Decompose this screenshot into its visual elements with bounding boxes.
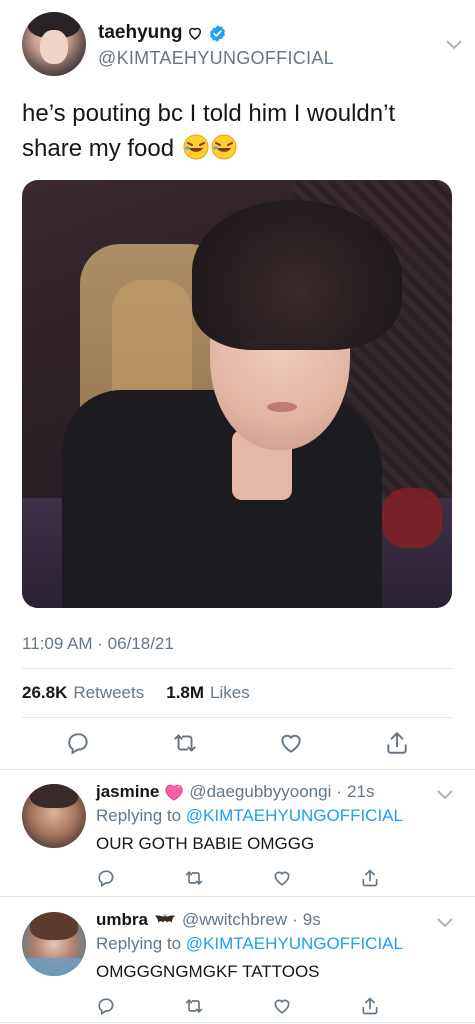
replying-to-link[interactable]: @KIMTAEHYUNGOFFICIAL xyxy=(186,806,403,825)
tweet-timestamp[interactable]: 11:09 AM · 06/18/21 xyxy=(22,634,174,654)
replying-to-link[interactable]: @KIMTAEHYUNGOFFICIAL xyxy=(186,934,403,953)
chevron-down-icon[interactable] xyxy=(437,790,453,800)
likes-count[interactable]: 1.8M xyxy=(166,683,204,703)
bat-icon xyxy=(154,913,176,923)
replying-to-prefix: Replying to xyxy=(96,806,182,825)
retweet-icon[interactable] xyxy=(172,730,198,756)
chevron-down-icon[interactable] xyxy=(437,918,453,928)
reply-actions xyxy=(96,868,396,890)
share-icon[interactable] xyxy=(360,996,380,1016)
share-icon[interactable] xyxy=(384,730,410,756)
replying-to: Replying to @KIMTAEHYUNGOFFICIAL xyxy=(96,806,403,826)
replying-to-prefix: Replying to xyxy=(96,934,182,953)
reply-time[interactable]: 9s xyxy=(303,910,321,930)
divider xyxy=(22,717,453,718)
reply-text: OUR GOTH BABIE OMGGG xyxy=(96,834,315,853)
heart-outline-icon xyxy=(189,27,202,40)
reply-display-name[interactable]: umbra xyxy=(96,910,148,930)
reply-header: umbra @wwitchbrew · 9s xyxy=(96,910,321,930)
retweet-icon[interactable] xyxy=(184,996,204,1016)
sparkling-heart-icon xyxy=(165,784,183,801)
reply-icon[interactable] xyxy=(96,996,116,1016)
reply-item[interactable]: umbra @wwitchbrew · 9s Replying to @KIMT… xyxy=(0,898,475,1018)
retweets-count[interactable]: 26.8K xyxy=(22,683,67,703)
like-heart-icon[interactable] xyxy=(272,996,292,1016)
reply-separator: · xyxy=(292,910,298,929)
reply-display-name[interactable]: jasmine xyxy=(96,782,159,802)
tweet-actions xyxy=(22,730,452,760)
like-heart-icon[interactable] xyxy=(278,730,304,756)
reply-icon[interactable] xyxy=(65,730,91,756)
reply-handle[interactable]: @wwitchbrew xyxy=(182,910,287,930)
rolling-laughing-emoji-icon xyxy=(211,134,237,160)
reply-separator: · xyxy=(336,782,343,801)
retweet-icon[interactable] xyxy=(184,868,204,888)
divider xyxy=(0,896,475,897)
divider xyxy=(0,1022,475,1023)
replying-to: Replying to @KIMTAEHYUNGOFFICIAL xyxy=(96,934,403,954)
author-name-row: taehyung xyxy=(98,22,227,44)
reply-actions xyxy=(96,996,396,1018)
tweet-text: he’s pouting bc I told him I wouldn’t sh… xyxy=(22,96,452,166)
share-icon[interactable] xyxy=(360,868,380,888)
divider xyxy=(22,668,453,669)
reply-item[interactable]: jasmine @daegubbyyoongi · 21s Replying t… xyxy=(0,770,475,890)
reply-text: OMGGGNGMGKF TATTOOS xyxy=(96,962,320,981)
reply-avatar[interactable] xyxy=(22,784,86,848)
author-avatar[interactable] xyxy=(22,12,86,76)
reply-time[interactable]: 21s xyxy=(347,782,374,802)
author-display-name[interactable]: taehyung xyxy=(98,22,182,44)
reply-handle[interactable]: @daegubbyyoongi xyxy=(189,782,331,802)
verified-badge-icon xyxy=(210,24,226,42)
tweet-header: taehyung @KIMTAEHYUNGOFFICIAL xyxy=(22,12,462,78)
like-heart-icon[interactable] xyxy=(272,868,292,888)
reply-icon[interactable] xyxy=(96,868,116,888)
rolling-laughing-emoji-icon xyxy=(183,134,209,160)
author-handle[interactable]: @KIMTAEHYUNGOFFICIAL xyxy=(98,48,334,69)
reply-header: jasmine @daegubbyyoongi · 21s xyxy=(96,782,374,802)
likes-label[interactable]: Likes xyxy=(210,683,250,703)
tweet-stats: 26.8K Retweets 1.8M Likes xyxy=(22,683,250,703)
tweet-media-image[interactable] xyxy=(22,180,452,608)
chevron-down-icon[interactable] xyxy=(446,40,462,50)
retweets-label[interactable]: Retweets xyxy=(73,683,144,703)
reply-avatar[interactable] xyxy=(22,912,86,976)
